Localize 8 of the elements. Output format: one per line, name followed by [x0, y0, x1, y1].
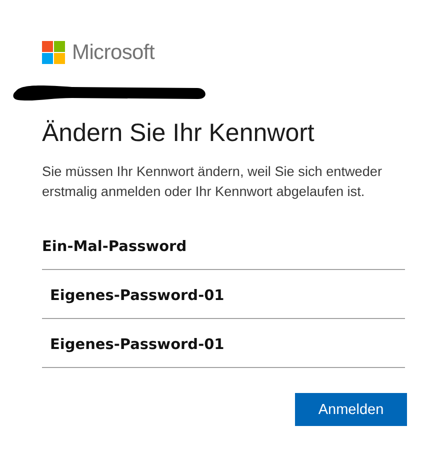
password-field[interactable]: Eigenes-Password-01 — [42, 273, 405, 319]
description-text: Sie müssen Ihr Kennwort ändern, weil Sie sich entweder erstmalig anmelden oder Ihr Kennwort abgelaufen ist. — [42, 163, 384, 201]
password-field[interactable]: Eigenes-Password-01 — [42, 322, 405, 368]
logo-text: Microsoft — [72, 40, 154, 64]
page-title: Ändern Sie Ihr Kennwort — [42, 119, 316, 148]
password-field[interactable]: Ein-Mal-Password — [42, 224, 405, 270]
microsoft-logo-icon — [42, 41, 65, 64]
sign-in-button[interactable]: Anmelden — [295, 393, 407, 426]
